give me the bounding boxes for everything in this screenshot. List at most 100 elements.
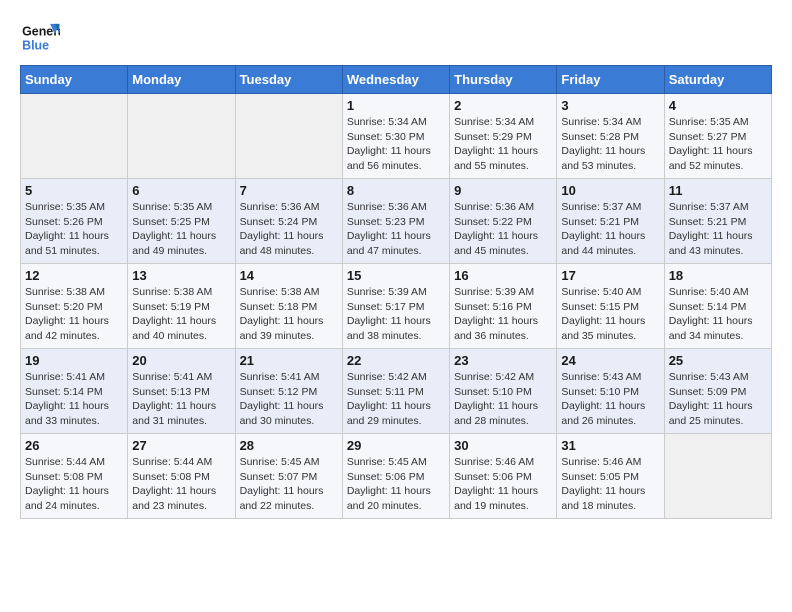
calendar-cell (664, 434, 771, 519)
weekday-header-row: SundayMondayTuesdayWednesdayThursdayFrid… (21, 66, 772, 94)
day-number: 8 (347, 183, 445, 198)
calendar-cell: 31 Sunrise: 5:46 AMSunset: 5:05 PMDayligh… (557, 434, 664, 519)
day-info: Sunrise: 5:45 AMSunset: 5:07 PMDaylight:… (240, 455, 338, 514)
calendar-cell: 4 Sunrise: 5:35 AMSunset: 5:27 PMDaylight… (664, 94, 771, 179)
day-number: 31 (561, 438, 659, 453)
day-info: Sunrise: 5:41 AMSunset: 5:12 PMDaylight:… (240, 370, 338, 429)
day-info: Sunrise: 5:36 AMSunset: 5:24 PMDaylight:… (240, 200, 338, 259)
day-number: 17 (561, 268, 659, 283)
day-number: 6 (132, 183, 230, 198)
day-info: Sunrise: 5:39 AMSunset: 5:16 PMDaylight:… (454, 285, 552, 344)
calendar-cell: 16 Sunrise: 5:39 AMSunset: 5:16 PMDayligh… (450, 264, 557, 349)
calendar-cell: 28 Sunrise: 5:45 AMSunset: 5:07 PMDayligh… (235, 434, 342, 519)
day-number: 28 (240, 438, 338, 453)
calendar-cell: 13 Sunrise: 5:38 AMSunset: 5:19 PMDayligh… (128, 264, 235, 349)
calendar-cell: 5 Sunrise: 5:35 AMSunset: 5:26 PMDaylight… (21, 179, 128, 264)
day-info: Sunrise: 5:46 AMSunset: 5:06 PMDaylight:… (454, 455, 552, 514)
calendar-cell: 10 Sunrise: 5:37 AMSunset: 5:21 PMDayligh… (557, 179, 664, 264)
calendar-cell: 30 Sunrise: 5:46 AMSunset: 5:06 PMDayligh… (450, 434, 557, 519)
day-number: 23 (454, 353, 552, 368)
calendar-cell (235, 94, 342, 179)
calendar-cell: 8 Sunrise: 5:36 AMSunset: 5:23 PMDaylight… (342, 179, 449, 264)
calendar-cell: 19 Sunrise: 5:41 AMSunset: 5:14 PMDayligh… (21, 349, 128, 434)
day-number: 18 (669, 268, 767, 283)
svg-text:Blue: Blue (22, 39, 49, 53)
weekday-header-sunday: Sunday (21, 66, 128, 94)
calendar-cell: 11 Sunrise: 5:37 AMSunset: 5:21 PMDayligh… (664, 179, 771, 264)
week-row-3: 12Sunrise: 5:38 AMSunset: 5:20 PMDayligh… (21, 264, 772, 349)
day-info: Sunrise: 5:34 AMSunset: 5:29 PMDaylight:… (454, 115, 552, 174)
day-info: Sunrise: 5:34 AMSunset: 5:30 PMDaylight:… (347, 115, 445, 174)
calendar-cell (128, 94, 235, 179)
day-number: 25 (669, 353, 767, 368)
calendar-cell: 12Sunrise: 5:38 AMSunset: 5:20 PMDayligh… (21, 264, 128, 349)
day-number: 24 (561, 353, 659, 368)
day-info: Sunrise: 5:38 AMSunset: 5:19 PMDaylight:… (132, 285, 230, 344)
week-row-4: 19 Sunrise: 5:41 AMSunset: 5:14 PMDayligh… (21, 349, 772, 434)
day-info: Sunrise: 5:41 AMSunset: 5:14 PMDaylight:… (25, 370, 123, 429)
weekday-header-monday: Monday (128, 66, 235, 94)
day-number: 14 (240, 268, 338, 283)
day-info: Sunrise: 5:37 AMSunset: 5:21 PMDaylight:… (669, 200, 767, 259)
day-number: 5 (25, 183, 123, 198)
calendar-cell (21, 94, 128, 179)
calendar-cell: 15Sunrise: 5:39 AMSunset: 5:17 PMDayligh… (342, 264, 449, 349)
day-number: 3 (561, 98, 659, 113)
day-info: Sunrise: 5:43 AMSunset: 5:09 PMDaylight:… (669, 370, 767, 429)
calendar-cell: 17Sunrise: 5:40 AMSunset: 5:15 PMDayligh… (557, 264, 664, 349)
day-info: Sunrise: 5:34 AMSunset: 5:28 PMDaylight:… (561, 115, 659, 174)
day-info: Sunrise: 5:46 AMSunset: 5:05 PMDaylight:… (561, 455, 659, 514)
week-row-2: 5 Sunrise: 5:35 AMSunset: 5:26 PMDaylight… (21, 179, 772, 264)
day-info: Sunrise: 5:35 AMSunset: 5:26 PMDaylight:… (25, 200, 123, 259)
day-number: 19 (25, 353, 123, 368)
day-number: 30 (454, 438, 552, 453)
weekday-header-friday: Friday (557, 66, 664, 94)
calendar-cell: 7 Sunrise: 5:36 AMSunset: 5:24 PMDaylight… (235, 179, 342, 264)
day-info: Sunrise: 5:42 AMSunset: 5:10 PMDaylight:… (454, 370, 552, 429)
day-number: 13 (132, 268, 230, 283)
day-info: Sunrise: 5:35 AMSunset: 5:27 PMDaylight:… (669, 115, 767, 174)
day-info: Sunrise: 5:38 AMSunset: 5:18 PMDaylight:… (240, 285, 338, 344)
calendar-cell: 23 Sunrise: 5:42 AMSunset: 5:10 PMDayligh… (450, 349, 557, 434)
calendar-cell: 29Sunrise: 5:45 AMSunset: 5:06 PMDayligh… (342, 434, 449, 519)
day-info: Sunrise: 5:36 AMSunset: 5:23 PMDaylight:… (347, 200, 445, 259)
week-row-5: 26 Sunrise: 5:44 AMSunset: 5:08 PMDayligh… (21, 434, 772, 519)
day-number: 26 (25, 438, 123, 453)
calendar-cell: 27 Sunrise: 5:44 AMSunset: 5:08 PMDayligh… (128, 434, 235, 519)
day-info: Sunrise: 5:45 AMSunset: 5:06 PMDaylight:… (347, 455, 445, 514)
day-number: 16 (454, 268, 552, 283)
day-info: Sunrise: 5:43 AMSunset: 5:10 PMDaylight:… (561, 370, 659, 429)
day-number: 9 (454, 183, 552, 198)
day-info: Sunrise: 5:44 AMSunset: 5:08 PMDaylight:… (132, 455, 230, 514)
day-info: Sunrise: 5:44 AMSunset: 5:08 PMDaylight:… (25, 455, 123, 514)
calendar-cell: 26 Sunrise: 5:44 AMSunset: 5:08 PMDayligh… (21, 434, 128, 519)
day-number: 7 (240, 183, 338, 198)
calendar-cell: 6 Sunrise: 5:35 AMSunset: 5:25 PMDaylight… (128, 179, 235, 264)
day-number: 27 (132, 438, 230, 453)
day-info: Sunrise: 5:35 AMSunset: 5:25 PMDaylight:… (132, 200, 230, 259)
calendar-cell: 21 Sunrise: 5:41 AMSunset: 5:12 PMDayligh… (235, 349, 342, 434)
weekday-header-saturday: Saturday (664, 66, 771, 94)
calendar-cell: 24 Sunrise: 5:43 AMSunset: 5:10 PMDayligh… (557, 349, 664, 434)
calendar-cell: 22Sunrise: 5:42 AMSunset: 5:11 PMDayligh… (342, 349, 449, 434)
day-number: 21 (240, 353, 338, 368)
day-info: Sunrise: 5:39 AMSunset: 5:17 PMDaylight:… (347, 285, 445, 344)
weekday-header-wednesday: Wednesday (342, 66, 449, 94)
day-info: Sunrise: 5:42 AMSunset: 5:11 PMDaylight:… (347, 370, 445, 429)
day-number: 11 (669, 183, 767, 198)
logo: General Blue (20, 20, 60, 55)
day-info: Sunrise: 5:37 AMSunset: 5:21 PMDaylight:… (561, 200, 659, 259)
calendar-table: SundayMondayTuesdayWednesdayThursdayFrid… (20, 65, 772, 519)
calendar-cell: 9 Sunrise: 5:36 AMSunset: 5:22 PMDaylight… (450, 179, 557, 264)
day-number: 1 (347, 98, 445, 113)
day-number: 10 (561, 183, 659, 198)
week-row-1: 1 Sunrise: 5:34 AMSunset: 5:30 PMDaylight… (21, 94, 772, 179)
day-info: Sunrise: 5:36 AMSunset: 5:22 PMDaylight:… (454, 200, 552, 259)
logo-icon: General Blue (20, 20, 60, 55)
day-info: Sunrise: 5:40 AMSunset: 5:14 PMDaylight:… (669, 285, 767, 344)
calendar-cell: 3 Sunrise: 5:34 AMSunset: 5:28 PMDaylight… (557, 94, 664, 179)
weekday-header-thursday: Thursday (450, 66, 557, 94)
day-number: 4 (669, 98, 767, 113)
header: General Blue (20, 20, 772, 55)
calendar-cell: 1 Sunrise: 5:34 AMSunset: 5:30 PMDaylight… (342, 94, 449, 179)
